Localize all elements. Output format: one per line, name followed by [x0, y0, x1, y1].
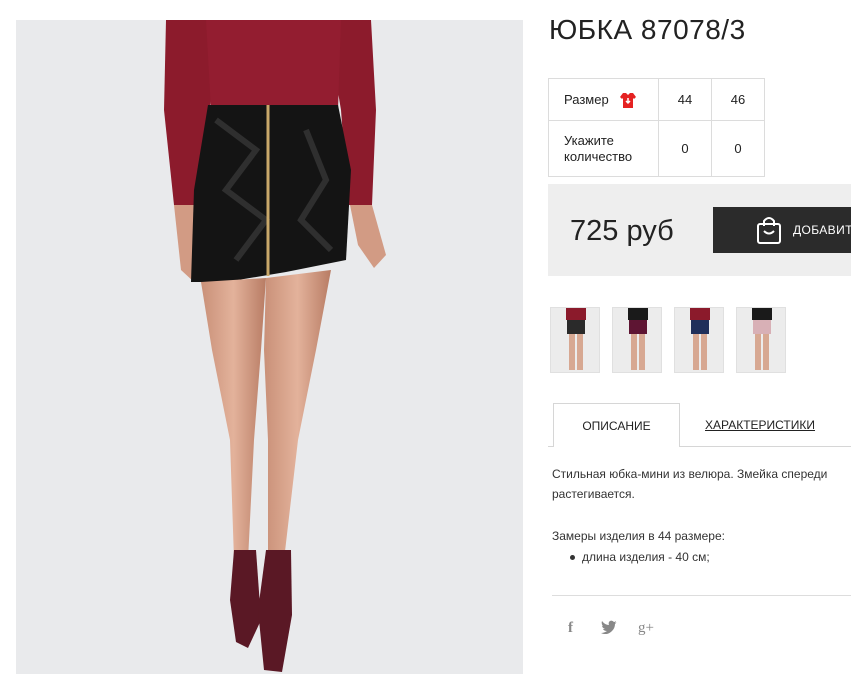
quantity-input-46[interactable]: 0 [711, 120, 765, 177]
shopping-bag-icon [756, 215, 782, 245]
twitter-icon[interactable] [601, 620, 617, 638]
facebook-icon[interactable]: f [568, 620, 573, 637]
size-label: Размер [564, 92, 609, 107]
size-option-44[interactable]: 44 [658, 78, 712, 121]
add-to-cart-label: ДОБАВИТЬ [793, 223, 851, 237]
measurements-title: Замеры изделия в 44 размере: [552, 529, 725, 543]
quantity-label: Укажите количество [564, 132, 633, 164]
thumbnail-2[interactable] [612, 307, 662, 373]
size-table: Размер 44 46 Укажите количество 0 0 [548, 78, 765, 177]
product-price: 725 руб [570, 215, 674, 247]
google-plus-icon[interactable]: g+ [638, 620, 654, 637]
measurement-text: длина изделия - 40 см; [582, 550, 710, 564]
measurement-item: длина изделия - 40 см; [570, 550, 710, 564]
tab-divider [680, 446, 851, 447]
add-to-cart-button[interactable]: ДОБАВИТЬ [713, 207, 851, 253]
thumbnail-3[interactable] [674, 307, 724, 373]
thumbnail-gallery [550, 307, 786, 373]
thumbnail-1-image [566, 308, 586, 370]
main-product-photo[interactable] [16, 20, 523, 674]
thumbnail-1[interactable] [550, 307, 600, 373]
thumbnail-4[interactable] [736, 307, 786, 373]
description-text: Стильная юбка-мини из велюра. Змейка спе… [552, 467, 828, 501]
thumbnail-2-image [628, 308, 648, 370]
tab-characteristics[interactable]: ХАРАКТЕРИСТИКИ [705, 418, 815, 432]
divider [552, 595, 851, 596]
price-panel: 725 руб ДОБАВИТЬ [548, 184, 851, 276]
tab-description[interactable]: ОПИСАНИЕ [553, 403, 680, 447]
size-chart-icon[interactable] [619, 91, 637, 109]
thumbnail-4-image [752, 308, 772, 370]
quantity-input-44[interactable]: 0 [658, 120, 712, 177]
size-option-46[interactable]: 46 [711, 78, 765, 121]
thumbnail-3-image [690, 308, 710, 370]
bullet-icon [570, 554, 575, 560]
product-description: Стильная юбка-мини из велюра. Змейка спе… [552, 464, 842, 504]
product-title: ЮБКА 87078/3 [549, 14, 746, 45]
